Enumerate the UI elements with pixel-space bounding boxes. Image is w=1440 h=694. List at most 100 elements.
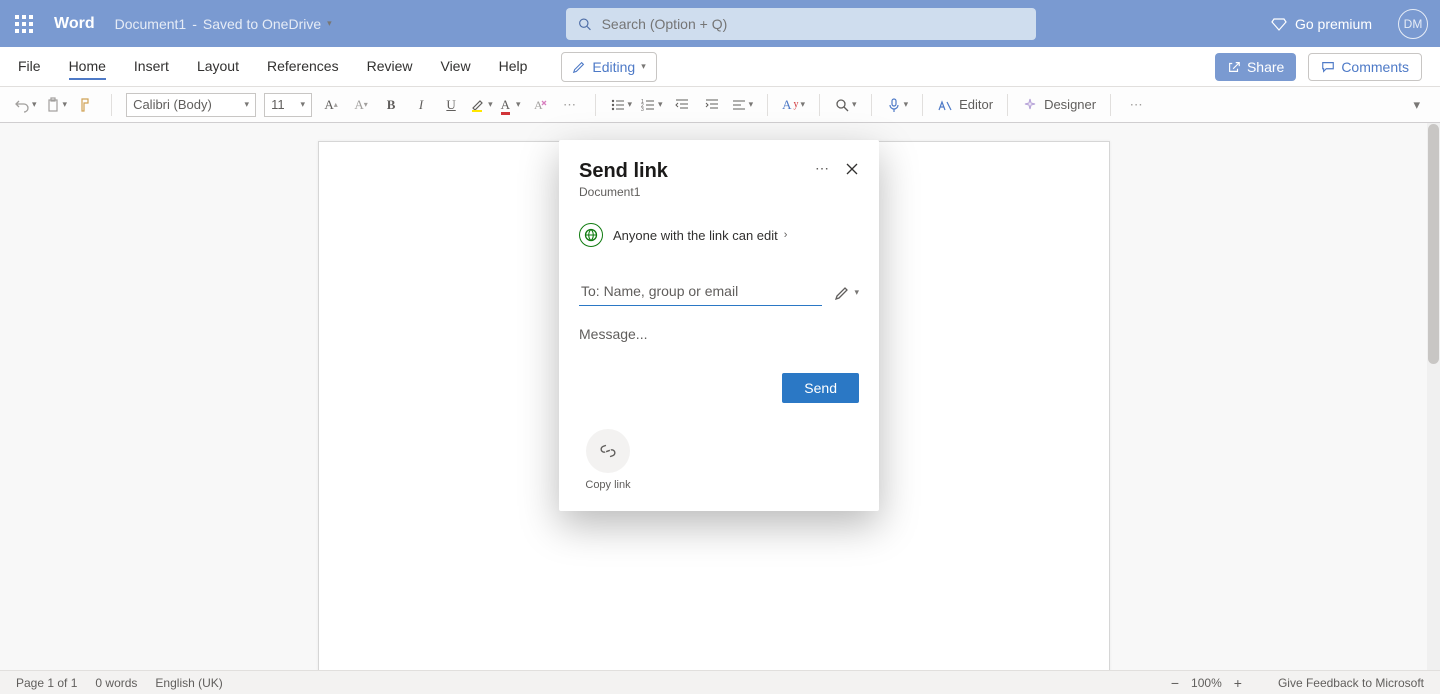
separator (922, 94, 923, 116)
separator (871, 94, 872, 116)
zoom-out-button[interactable]: − (1171, 675, 1179, 691)
zoom-in-button[interactable]: + (1234, 675, 1242, 691)
tab-insert[interactable]: Insert (134, 54, 169, 80)
permission-dropdown[interactable]: ▾ (834, 285, 859, 301)
chevron-down-icon: ▾ (628, 99, 633, 110)
highlight-button[interactable]: ▾ (470, 97, 493, 113)
microphone-icon (886, 97, 902, 113)
chevron-right-icon: › (784, 229, 788, 241)
underline-button[interactable]: U (440, 94, 462, 116)
format-painter-button[interactable] (75, 94, 97, 116)
paste-button[interactable]: ▾ (45, 97, 68, 113)
numbering-button[interactable]: 123 ▾ (640, 97, 663, 113)
tab-references[interactable]: References (267, 54, 339, 80)
document-title-dropdown[interactable]: Document1 - Saved to OneDrive ▾ (115, 16, 332, 32)
italic-button[interactable]: I (410, 94, 432, 116)
chevron-down-icon: ▾ (488, 99, 493, 110)
zoom-controls: − 100% + (1171, 675, 1242, 691)
separator (819, 94, 820, 116)
more-commands-button[interactable]: ⋯ (1125, 94, 1147, 116)
styles-button[interactable]: Ay ▾ (782, 97, 805, 113)
tab-review[interactable]: Review (367, 54, 413, 80)
app-launcher-icon[interactable] (12, 12, 36, 36)
chevron-down-icon: ▾ (32, 99, 37, 110)
account-avatar[interactable]: DM (1398, 9, 1428, 39)
font-size-value: 11 (271, 97, 285, 112)
separator (767, 94, 768, 116)
designer-button[interactable]: Designer (1022, 97, 1096, 113)
more-font-options-button[interactable]: ⋯ (559, 94, 581, 116)
chevron-down-icon: ▾ (801, 99, 806, 110)
copy-link-button[interactable]: Copy link (579, 429, 637, 491)
tab-view[interactable]: View (440, 54, 470, 80)
find-button[interactable]: ▾ (834, 97, 857, 113)
dialog-title: Send link (579, 160, 668, 183)
undo-button[interactable]: ▾ (14, 97, 37, 113)
shrink-font-button[interactable]: A▾ (350, 94, 372, 116)
separator (595, 94, 596, 116)
designer-label: Designer (1044, 97, 1096, 112)
svg-text:3: 3 (641, 107, 644, 113)
dialog-subtitle: Document1 (579, 185, 668, 199)
clear-formatting-button[interactable]: A (529, 94, 551, 116)
dialog-close-button[interactable] (845, 162, 859, 176)
chevron-down-icon: ▾ (245, 99, 250, 110)
send-button[interactable]: Send (782, 373, 859, 403)
search-input[interactable] (602, 16, 1025, 32)
search-icon (578, 17, 591, 31)
link-settings-button[interactable]: Anyone with the link can edit › (579, 223, 859, 247)
align-icon (731, 97, 747, 113)
recipients-input[interactable] (579, 279, 822, 306)
highlighter-icon (470, 97, 486, 113)
increase-indent-button[interactable] (701, 94, 723, 116)
tab-home[interactable]: Home (69, 54, 106, 80)
dialog-more-button[interactable]: ⋯ (815, 160, 831, 177)
word-count[interactable]: 0 words (95, 676, 137, 690)
grow-font-button[interactable]: A▴ (320, 94, 342, 116)
font-color-button[interactable]: A ▾ (501, 97, 521, 113)
doc-title-separator: - (192, 16, 197, 32)
zoom-level[interactable]: 100% (1191, 676, 1222, 690)
comments-button[interactable]: Comments (1308, 53, 1422, 81)
align-button[interactable]: ▾ (731, 97, 754, 113)
ribbon-expand-toggle[interactable]: ▾ (1413, 97, 1426, 113)
pencil-icon (572, 60, 586, 74)
tab-file[interactable]: File (18, 54, 41, 80)
decrease-indent-button[interactable] (671, 94, 693, 116)
document-title-text: Document1 (115, 16, 187, 32)
numbering-icon: 123 (640, 97, 656, 113)
scrollbar-thumb[interactable] (1428, 124, 1439, 364)
editor-label: Editor (959, 97, 993, 112)
font-name-select[interactable]: Calibri (Body) ▾ (126, 93, 256, 117)
tab-layout[interactable]: Layout (197, 54, 239, 80)
chevron-down-icon: ▾ (749, 99, 754, 110)
editing-mode-dropdown[interactable]: Editing ▾ (561, 52, 656, 82)
go-premium-label: Go premium (1295, 16, 1372, 32)
message-input[interactable] (579, 326, 859, 366)
close-icon (845, 162, 859, 176)
save-status-text: Saved to OneDrive (203, 16, 321, 32)
svg-text:A: A (534, 98, 543, 112)
font-size-select[interactable]: 11 ▾ (264, 93, 312, 117)
feedback-link[interactable]: Give Feedback to Microsoft (1278, 676, 1424, 690)
avatar-initials: DM (1404, 17, 1423, 31)
editing-mode-label: Editing (592, 59, 635, 75)
separator (1110, 94, 1111, 116)
chevron-down-icon: ▾ (904, 99, 909, 110)
share-icon (1227, 60, 1241, 74)
bold-button[interactable]: B (380, 94, 402, 116)
language-status[interactable]: English (UK) (155, 676, 222, 690)
tab-help[interactable]: Help (499, 54, 528, 80)
page-info[interactable]: Page 1 of 1 (16, 676, 77, 690)
copy-link-label: Copy link (579, 479, 637, 491)
editor-button[interactable]: Editor (937, 97, 993, 113)
bullets-icon (610, 97, 626, 113)
go-premium-button[interactable]: Go premium (1271, 16, 1372, 32)
bullets-button[interactable]: ▾ (610, 97, 633, 113)
search-box[interactable] (566, 8, 1036, 40)
share-button[interactable]: Share (1215, 53, 1296, 81)
dictate-button[interactable]: ▾ (886, 97, 909, 113)
share-button-label: Share (1247, 59, 1284, 75)
globe-icon (579, 223, 603, 247)
vertical-scrollbar[interactable] (1427, 123, 1440, 670)
